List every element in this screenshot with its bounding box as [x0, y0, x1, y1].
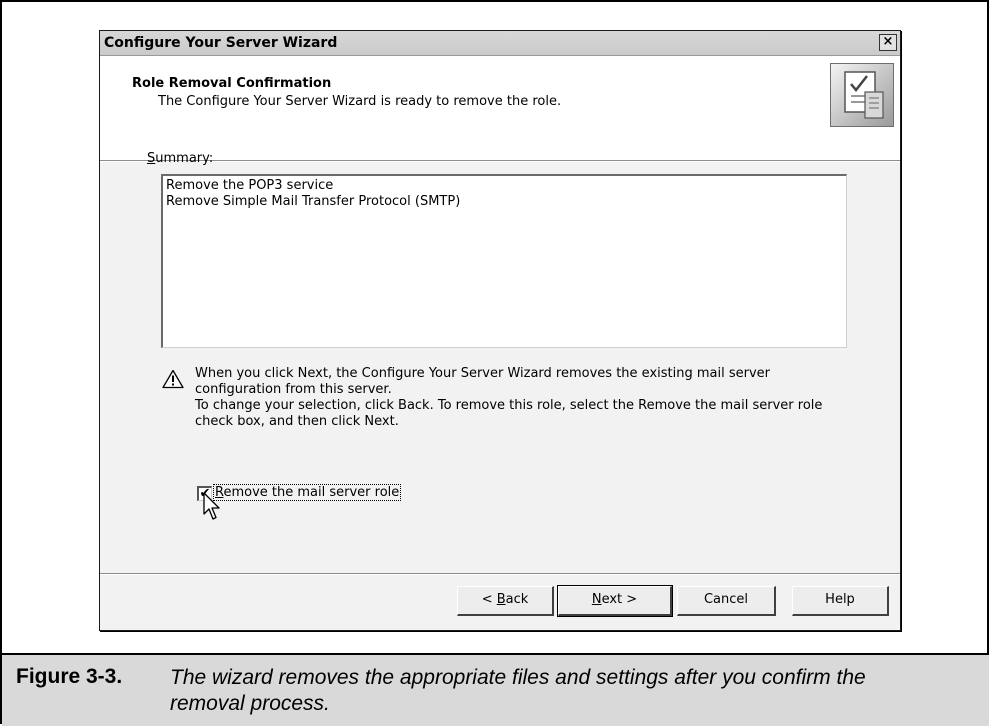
wizard-checklist-icon [830, 63, 894, 127]
summary-textbox[interactable]: Remove the POP3 service Remove Simple Ma… [161, 174, 847, 348]
figure-caption-text: The wizard removes the appropriate files… [170, 666, 866, 715]
page-subtitle: The Configure Your Server Wizard is read… [158, 94, 562, 109]
summary-line: Remove Simple Mail Transfer Protocol (SM… [166, 194, 461, 209]
cancel-button[interactable]: Cancel [677, 586, 776, 616]
title-bar[interactable]: Configure Your Server Wizard × [100, 31, 900, 56]
close-button[interactable]: × [879, 34, 897, 51]
wizard-header: Role Removal Confirmation The Configure … [100, 57, 900, 161]
figure-caption: Figure 3-3. The wizard removes the appro… [2, 653, 989, 726]
figure-label: Figure 3-3. [16, 665, 123, 688]
mouse-pointer-icon [203, 492, 223, 522]
figure-frame: Configure Your Server Wizard × Role Remo… [0, 0, 989, 726]
next-button[interactable]: Next > [557, 585, 673, 617]
help-button[interactable]: Help [792, 586, 889, 616]
close-icon: × [882, 34, 894, 49]
window-title: Configure Your Server Wizard [104, 35, 338, 51]
summary-label: Summary: [147, 151, 214, 166]
summary-line: Remove the POP3 service [166, 178, 334, 193]
remove-mail-server-role-label[interactable]: Remove the mail server role [212, 484, 402, 501]
back-button[interactable]: < Back [457, 586, 554, 616]
footer-divider [100, 573, 900, 575]
warning-message: When you click Next, the Configure Your … [195, 366, 823, 429]
warning-icon [162, 369, 184, 389]
wizard-dialog: Configure Your Server Wizard × Role Remo… [99, 30, 901, 631]
page-title: Role Removal Confirmation [132, 76, 332, 91]
